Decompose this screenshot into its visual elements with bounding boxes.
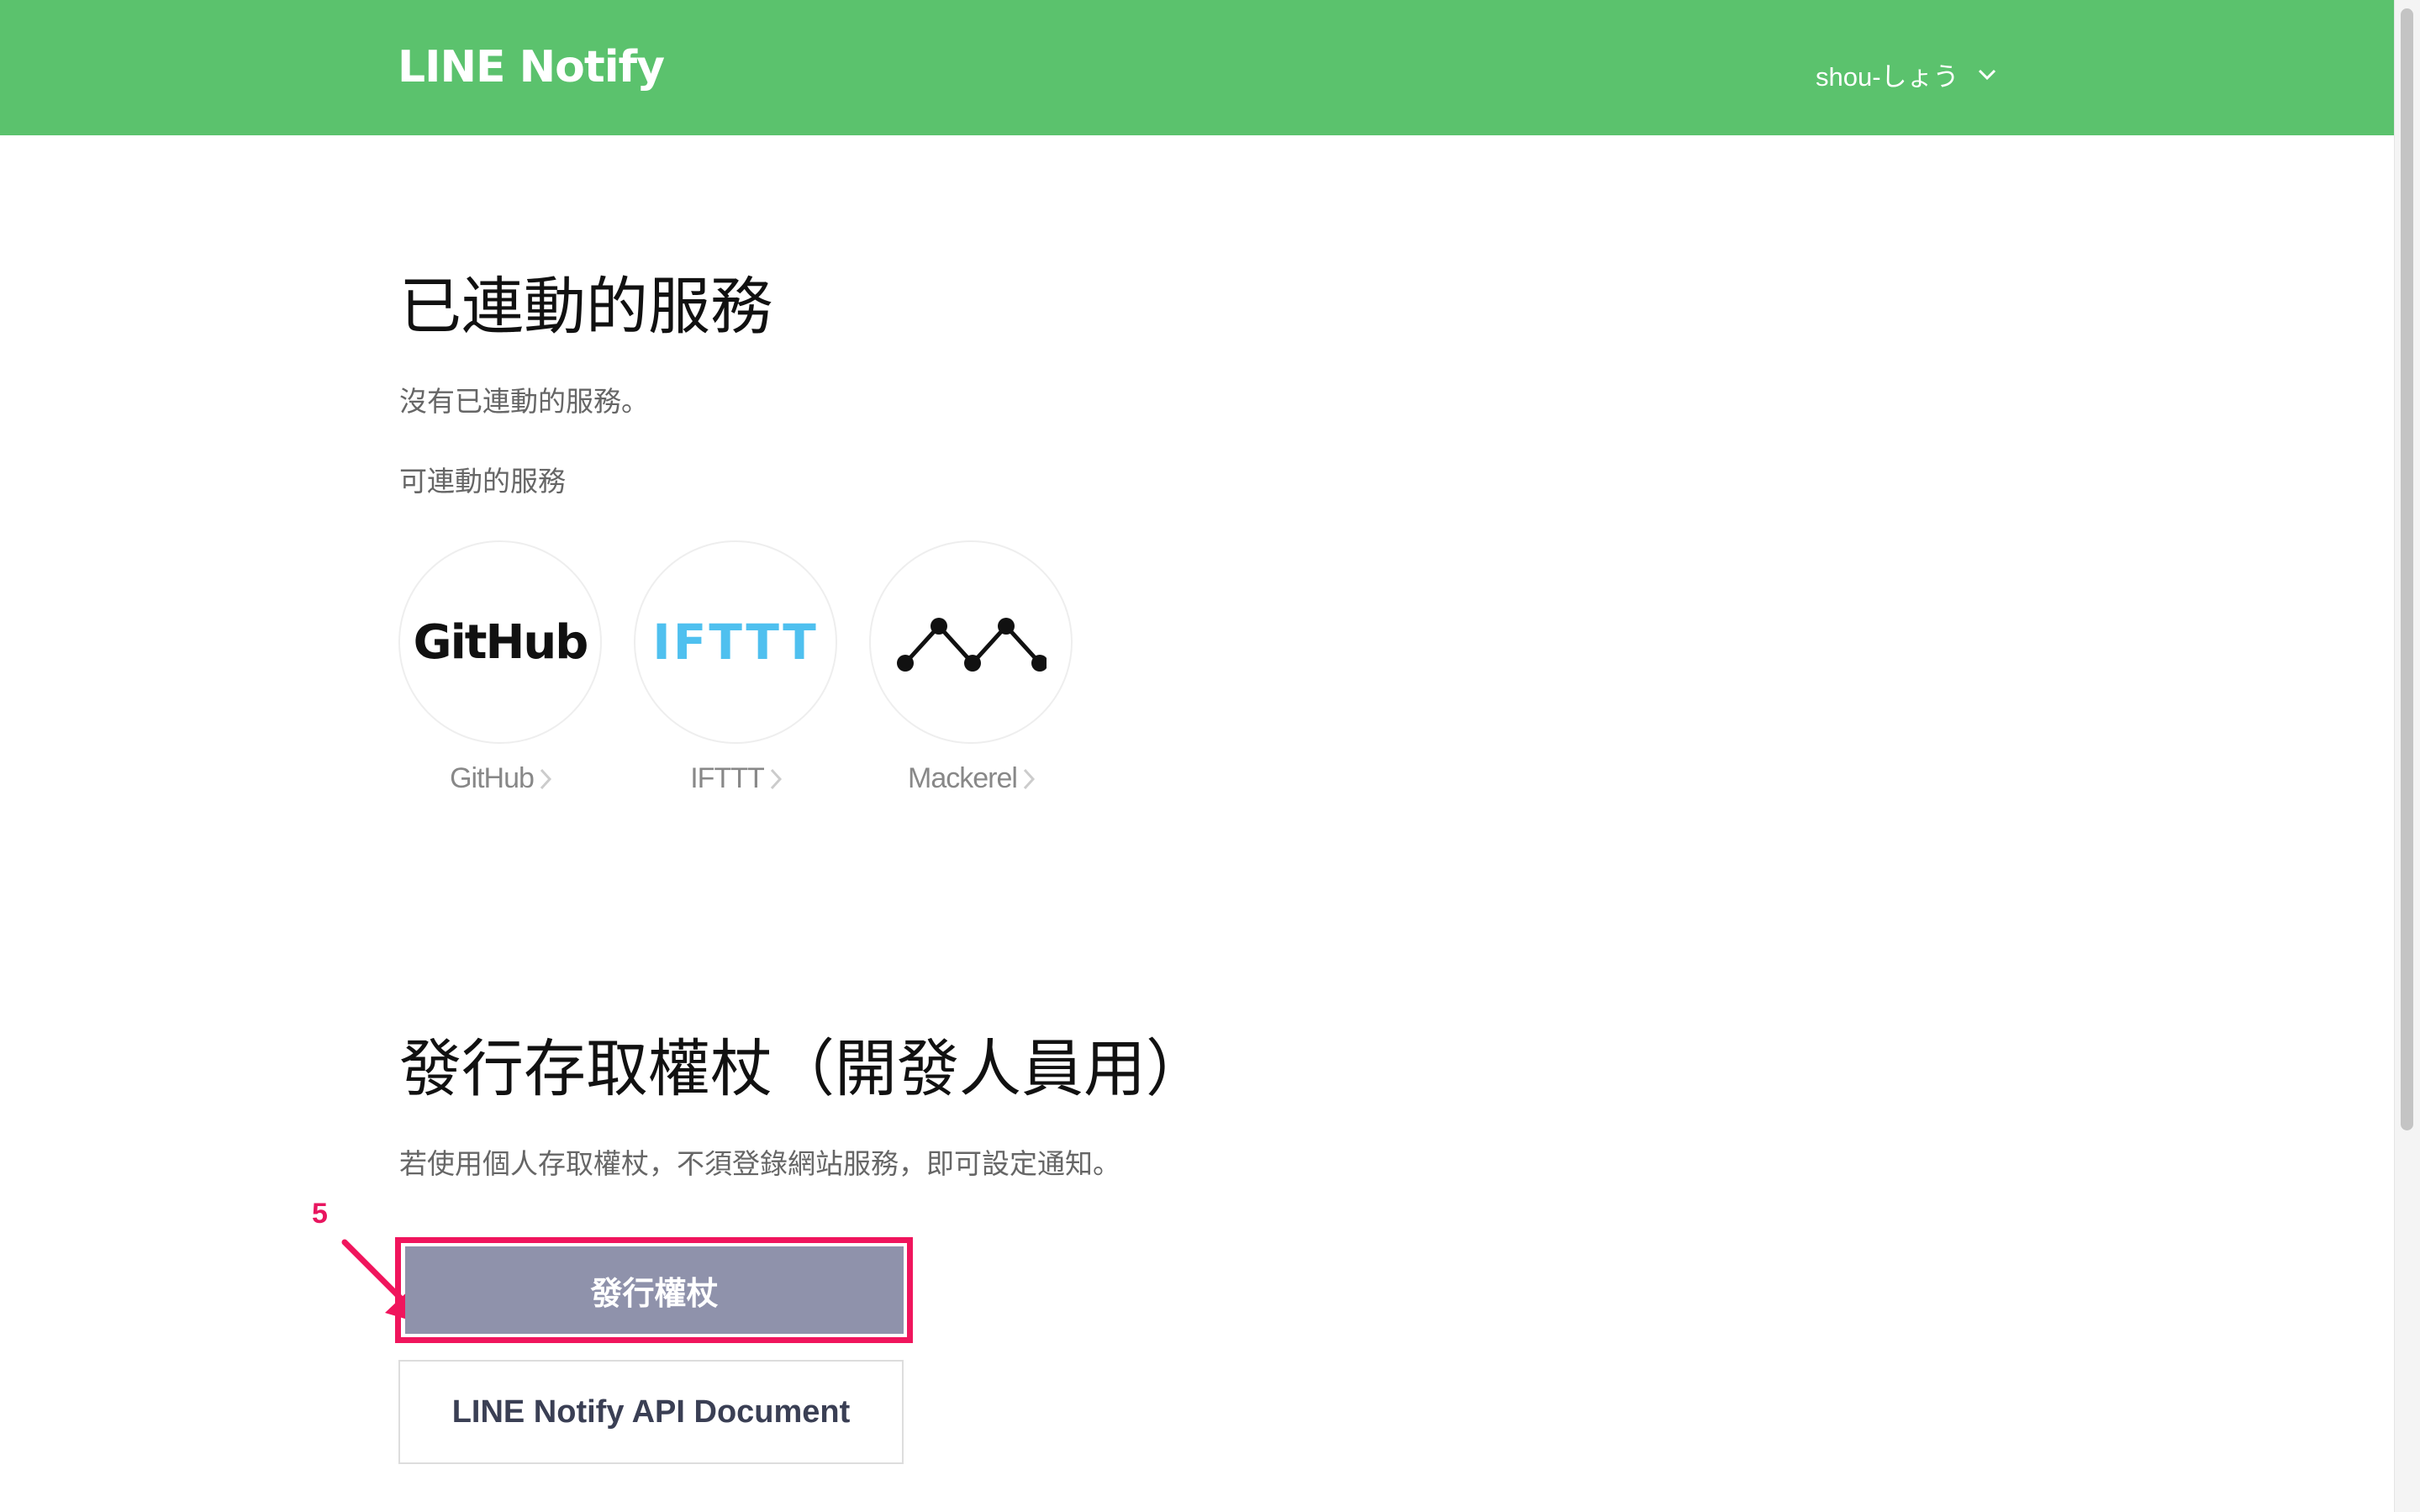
access-token-description: 若使用個人存取權杖，不須登錄網站服務，即可設定通知。 xyxy=(399,1147,1120,1180)
available-services-title: 可連動的服務 xyxy=(399,465,566,498)
scrollbar-thumb[interactable] xyxy=(2401,8,2413,1130)
service-label: GitHub xyxy=(398,762,604,795)
chevron-right-icon xyxy=(540,768,551,789)
no-connected-services-text: 沒有已連動的服務。 xyxy=(399,385,649,418)
issue-token-button[interactable]: 發行權杖 xyxy=(405,1246,904,1334)
api-document-button[interactable]: LINE Notify API Document xyxy=(398,1360,904,1464)
service-ifttt[interactable]: IFTTT IFTTT xyxy=(634,540,839,795)
connected-services-title: 已連動的服務 xyxy=(399,271,772,343)
chevron-right-icon xyxy=(770,768,782,789)
user-name: shou-しょう xyxy=(1816,62,1959,92)
ifttt-logo-icon: IFTTT xyxy=(652,614,819,671)
service-github[interactable]: GitHub GitHub xyxy=(398,540,604,795)
service-circle xyxy=(869,540,1073,744)
service-label: IFTTT xyxy=(634,762,839,795)
service-circle: GitHub xyxy=(398,540,602,744)
service-name: IFTTT xyxy=(690,762,765,794)
page: LINE Notify shou-しょう 已連動的服務 沒有已連動的服務。 可連… xyxy=(0,0,2420,1512)
step-number-badge: 5 xyxy=(312,1198,328,1230)
user-menu[interactable]: shou-しょう xyxy=(1816,55,1996,93)
service-name: Mackerel xyxy=(908,762,1018,794)
top-header: LINE Notify shou-しょう xyxy=(0,0,2394,135)
chevron-right-icon xyxy=(1023,768,1035,789)
service-circle: IFTTT xyxy=(634,540,837,744)
access-token-title: 發行存取權杖（開發人員用） xyxy=(399,1033,1208,1105)
brand-logo[interactable]: LINE Notify xyxy=(398,42,665,92)
mackerel-logo-icon xyxy=(897,618,1047,672)
service-mackerel[interactable]: Mackerel xyxy=(869,540,1074,795)
service-name: GitHub xyxy=(450,762,535,794)
chevron-down-icon xyxy=(1978,69,1996,80)
service-label: Mackerel xyxy=(869,762,1074,795)
github-logo-icon: GitHub xyxy=(413,614,589,670)
